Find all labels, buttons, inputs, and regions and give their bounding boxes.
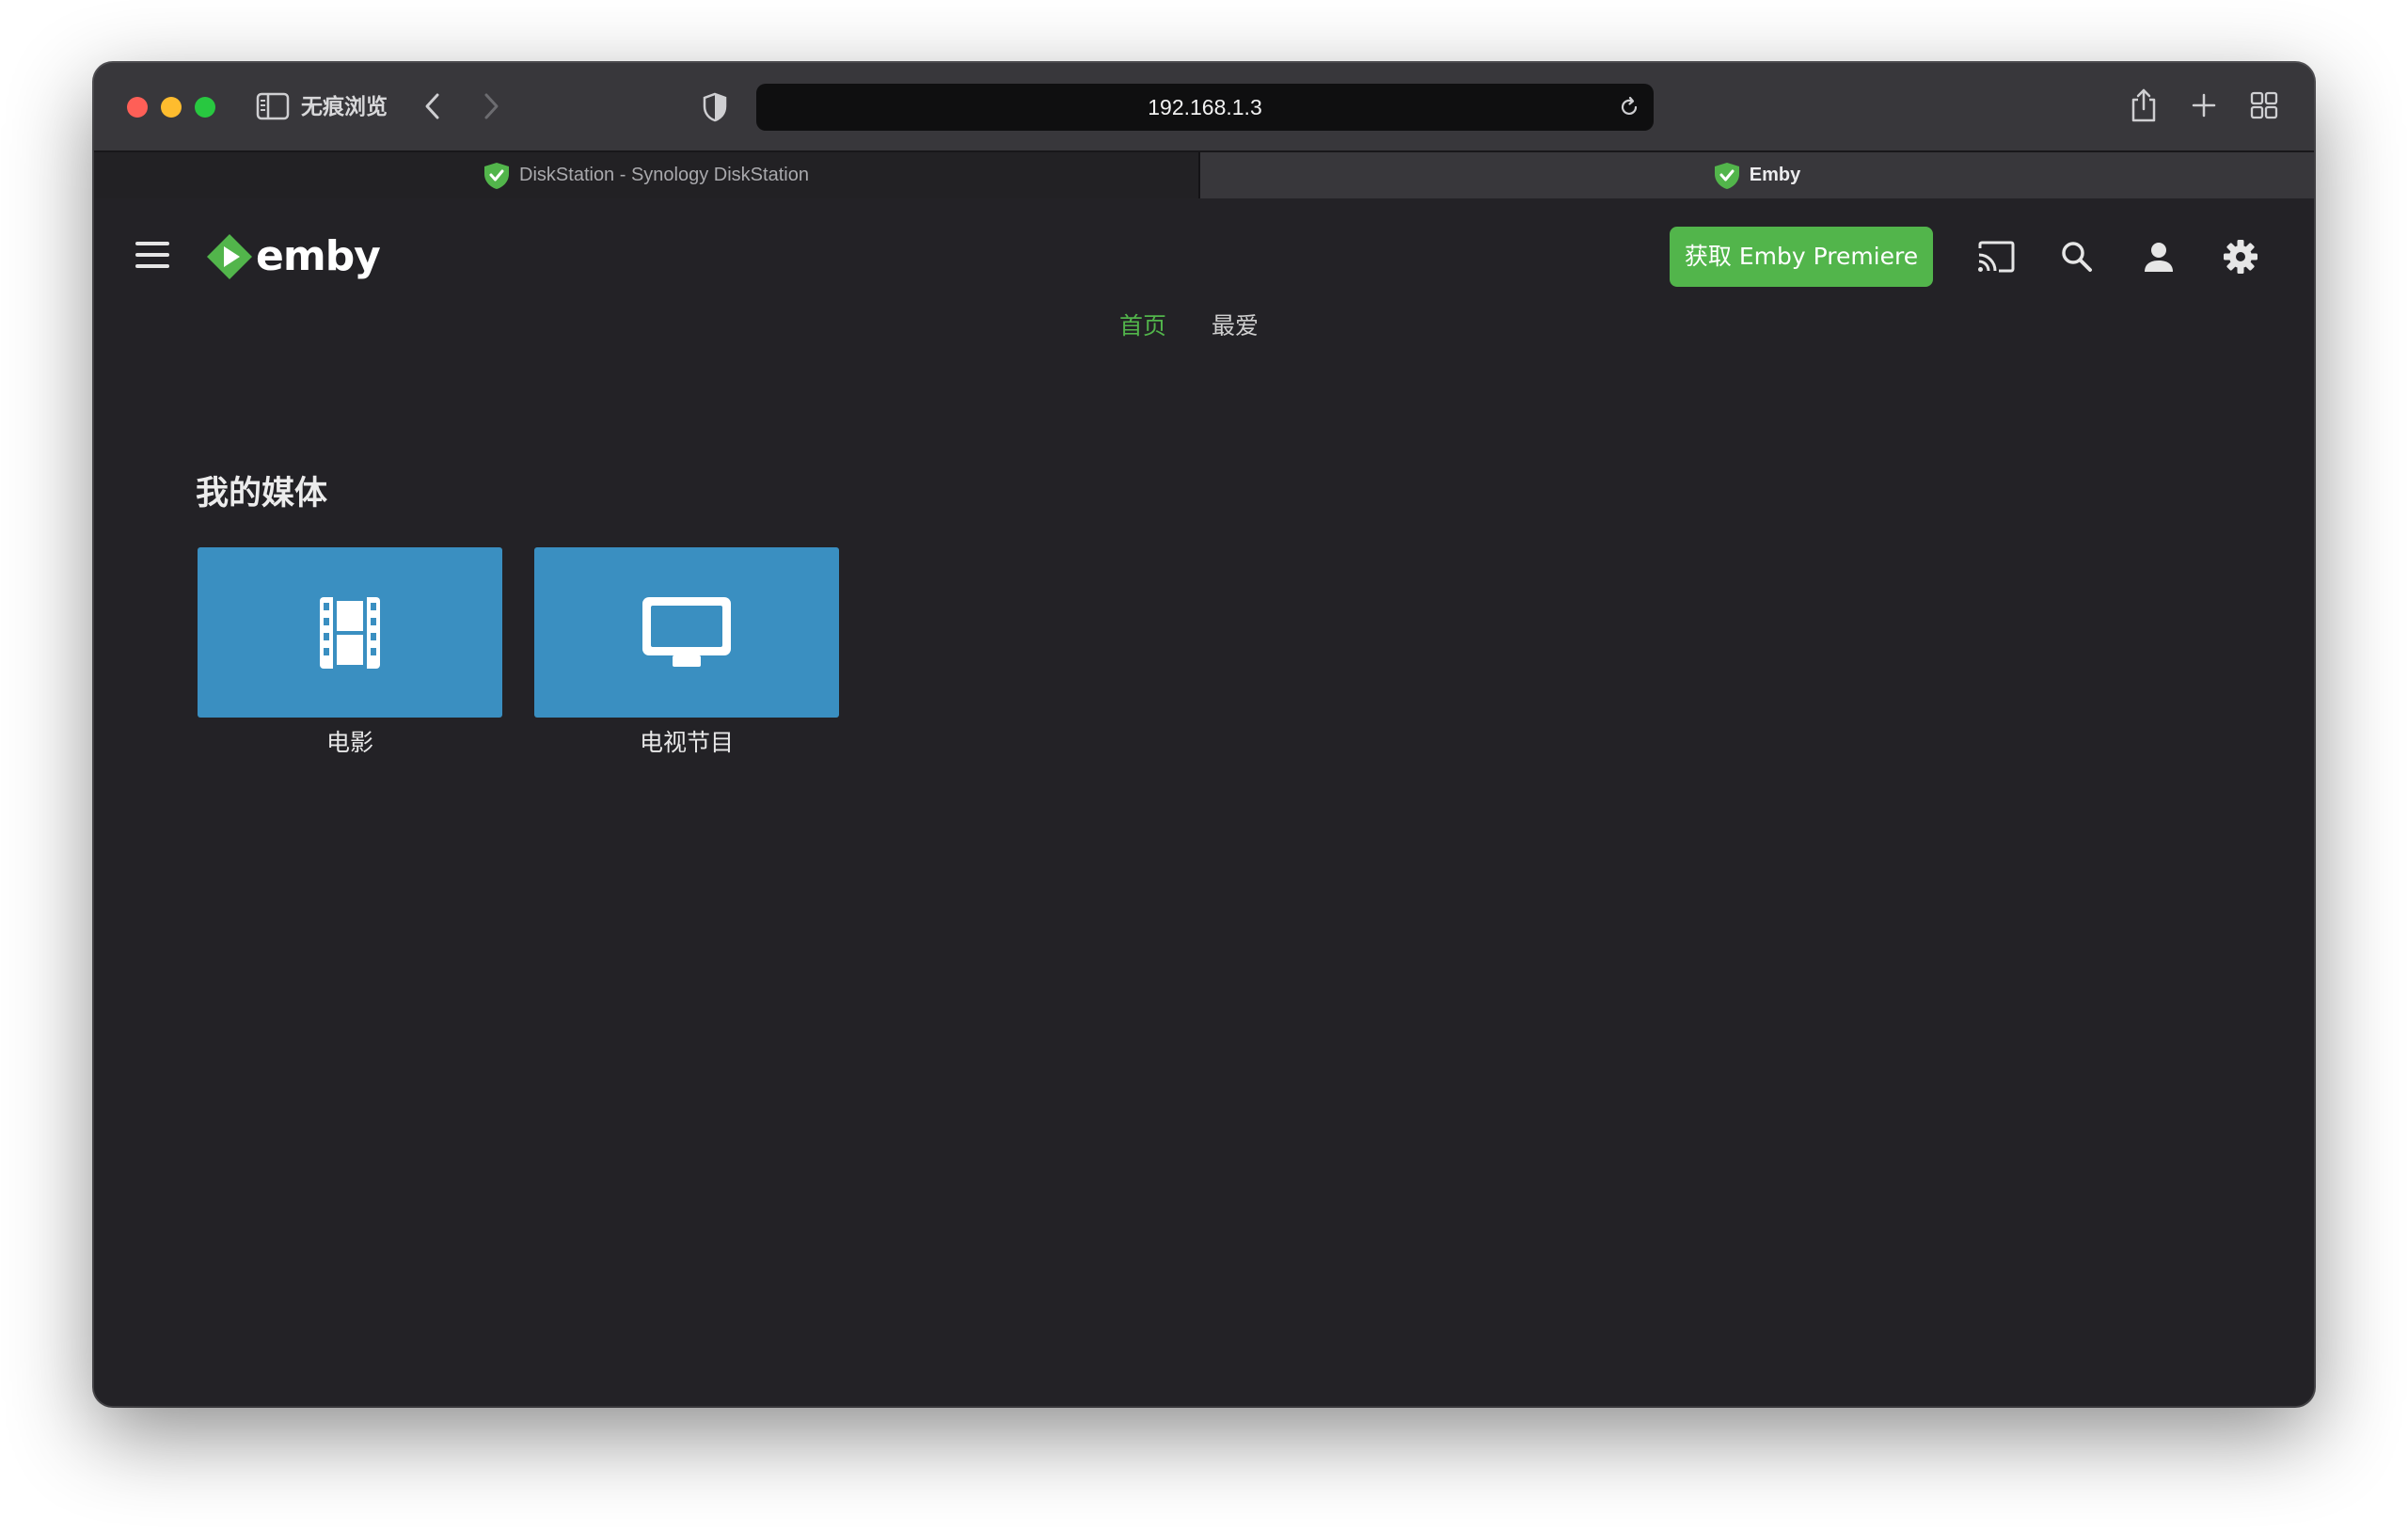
tv-icon <box>642 596 731 667</box>
back-chevron-icon[interactable] <box>418 89 448 123</box>
share-icon[interactable] <box>2128 86 2160 125</box>
tab-strip: DiskStation - Synology DiskStation Emby <box>94 150 2314 198</box>
my-media-heading: 我的媒体 <box>196 475 328 513</box>
tab-diskstation[interactable]: DiskStation - Synology DiskStation <box>94 152 1200 198</box>
emby-logo[interactable]: emby <box>205 230 381 283</box>
emby-logo-icon <box>207 234 252 279</box>
tab-overview-icon[interactable] <box>2248 89 2280 121</box>
privacy-shield-icon[interactable] <box>700 89 730 125</box>
menu-hamburger-icon[interactable] <box>135 242 169 268</box>
library-card-movies[interactable]: 电影 <box>198 547 502 759</box>
cast-icon[interactable] <box>1975 236 2017 277</box>
search-icon[interactable] <box>2056 236 2098 277</box>
emby-shield-favicon-icon <box>483 162 510 190</box>
minimize-window-button[interactable] <box>161 97 182 118</box>
address-bar[interactable]: 192.168.1.3 <box>756 84 1654 131</box>
library-card-label: 电影 <box>325 729 373 756</box>
reload-icon[interactable] <box>1614 92 1644 122</box>
tab-emby[interactable]: Emby <box>1200 152 2314 198</box>
logo-text: emby <box>256 232 381 280</box>
home-nav-tabs: 首页 最爱 <box>94 308 2314 345</box>
emby-shield-favicon-icon <box>1714 162 1740 190</box>
close-window-button[interactable] <box>127 97 148 118</box>
forward-chevron-icon[interactable] <box>476 89 506 123</box>
sidebar-toggle-icon[interactable] <box>256 91 290 121</box>
browser-window: 无痕浏览 192.168.1.3 DiskStation - Synology … <box>94 63 2314 1406</box>
settings-gear-icon[interactable] <box>2220 236 2261 277</box>
zoom-window-button[interactable] <box>195 97 215 118</box>
tab-title: DiskStation - Synology DiskStation <box>519 165 809 185</box>
get-premiere-button[interactable]: 获取 Emby Premiere <box>1670 227 1933 287</box>
tab-home[interactable]: 首页 <box>1119 308 1166 345</box>
user-icon[interactable] <box>2138 236 2179 277</box>
browser-toolbar: 无痕浏览 192.168.1.3 <box>94 63 2314 150</box>
emby-app: emby 获取 Emby Premiere 首页 最爱 我的媒体 电影 电视节目 <box>94 198 2314 1406</box>
private-browsing-label: 无痕浏览 <box>301 95 388 119</box>
address-text: 192.168.1.3 <box>1148 95 1262 119</box>
film-icon <box>320 596 380 669</box>
library-card-tv[interactable]: 电视节目 <box>534 547 839 759</box>
library-card-label: 电视节目 <box>639 729 734 756</box>
library-card-image[interactable] <box>198 547 502 718</box>
library-card-image[interactable] <box>534 547 839 718</box>
tab-favorites[interactable]: 最爱 <box>1212 308 1259 345</box>
new-tab-plus-icon[interactable] <box>2188 89 2220 121</box>
tab-title: Emby <box>1749 165 1801 185</box>
